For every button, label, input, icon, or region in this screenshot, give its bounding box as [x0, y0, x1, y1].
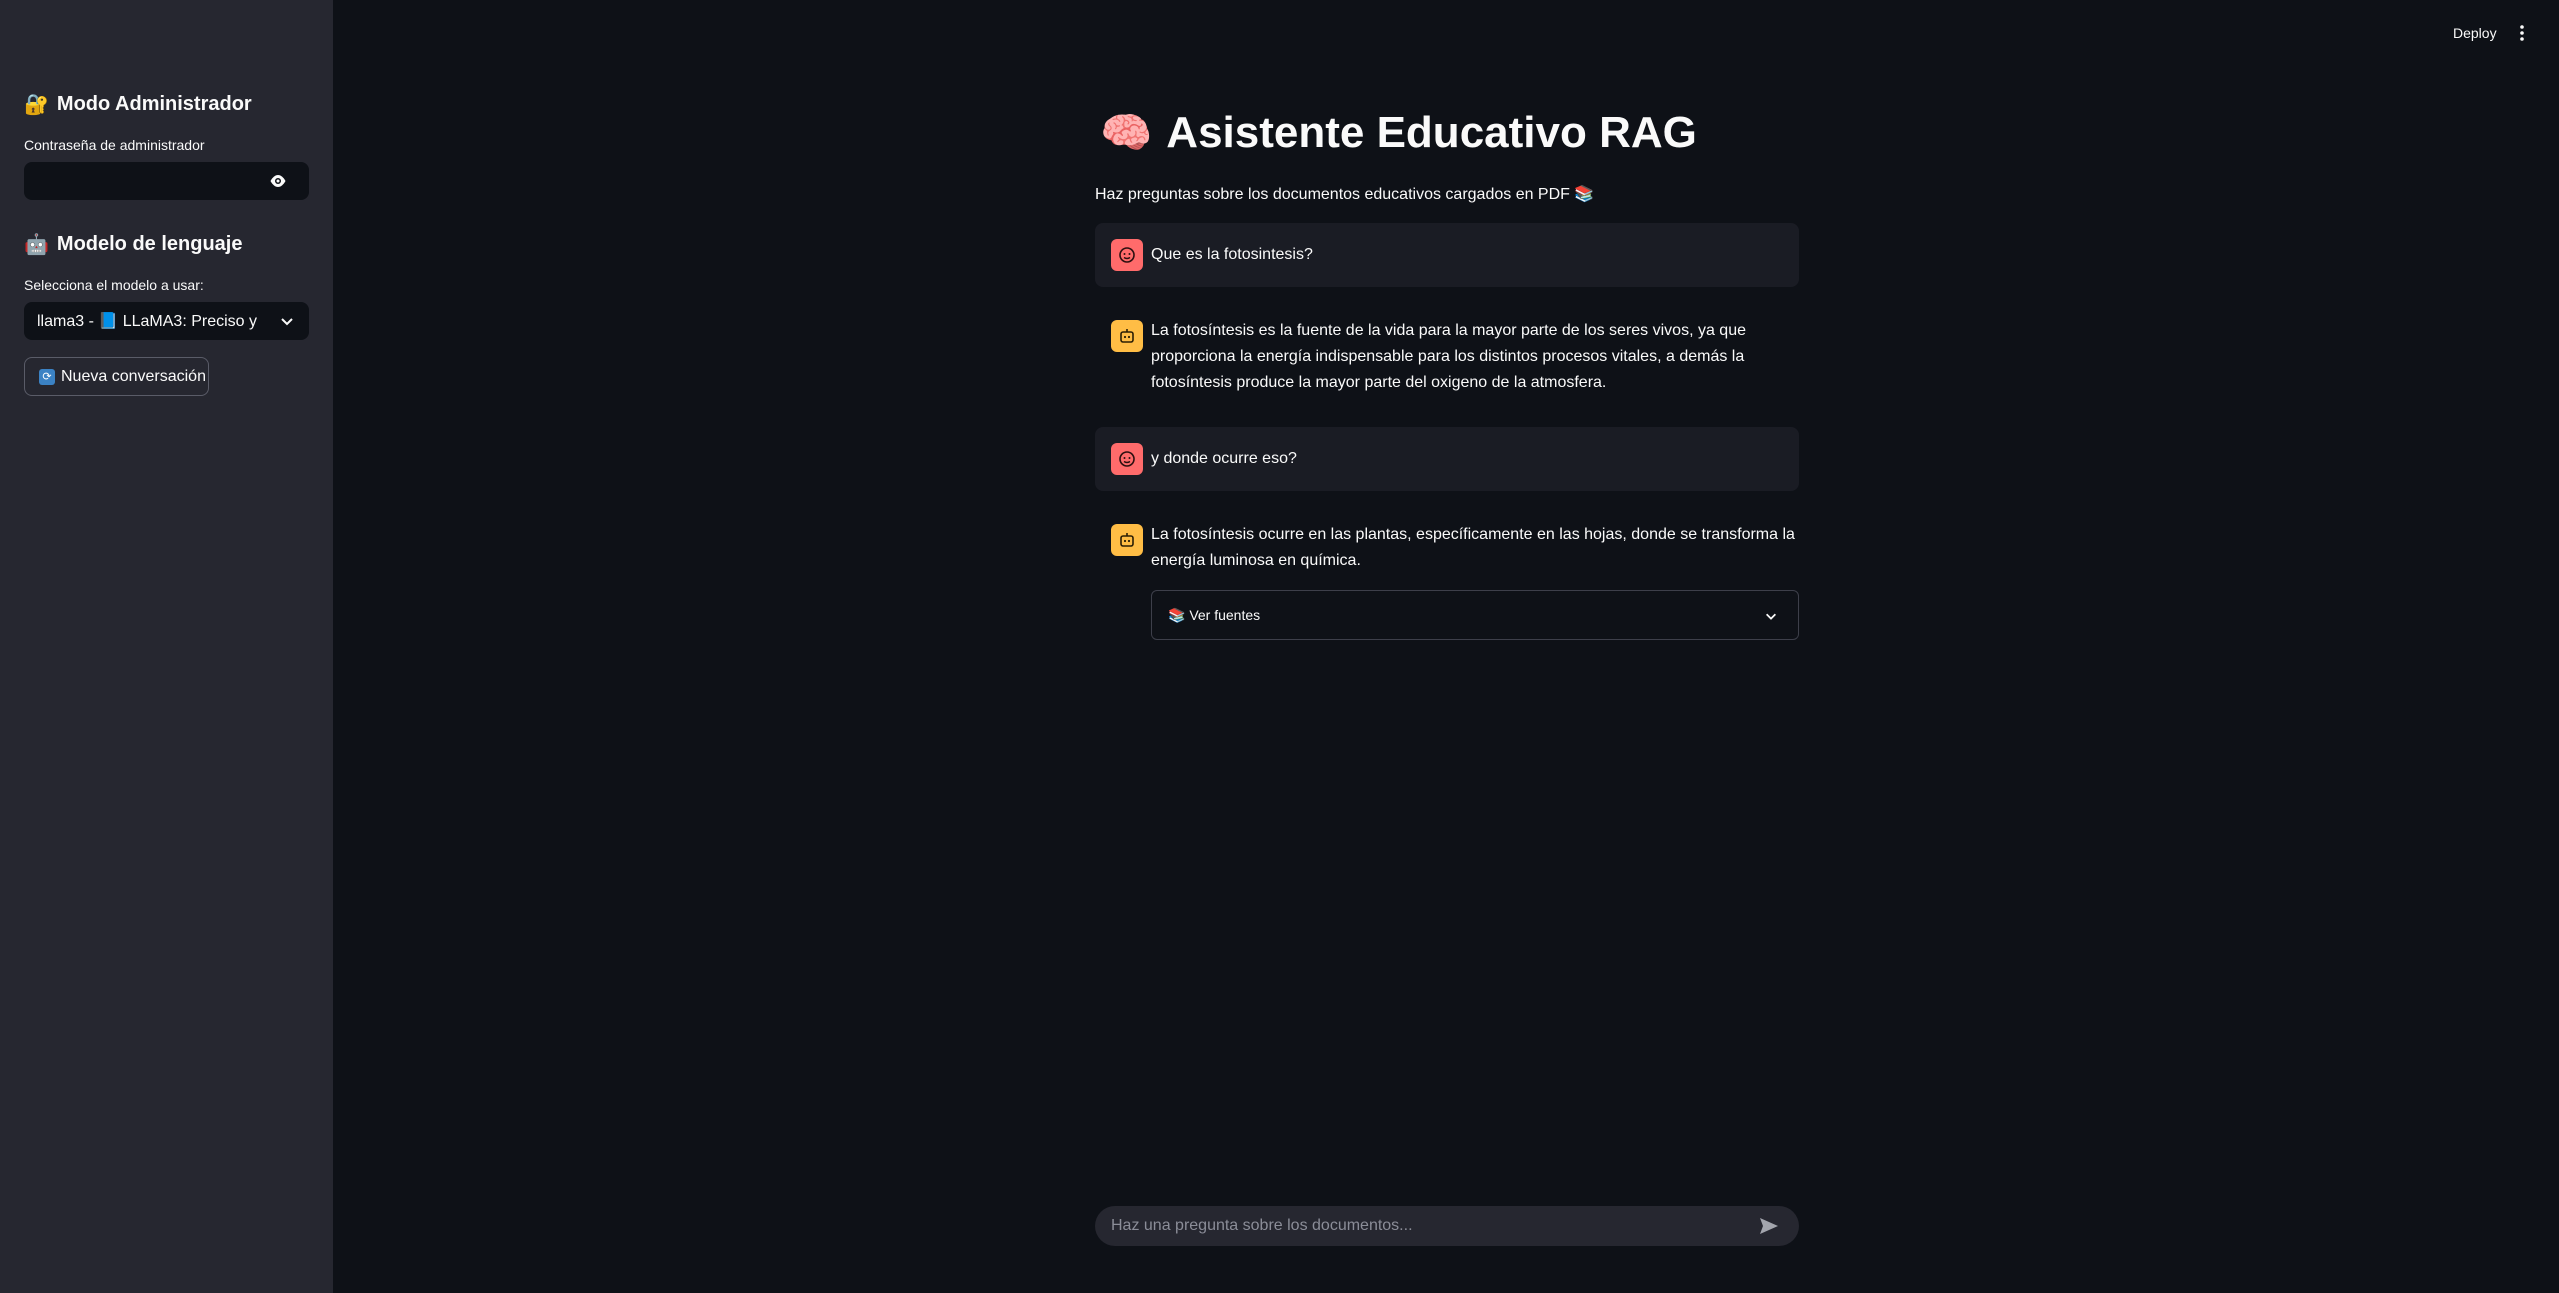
chevron-down-icon — [281, 318, 293, 326]
refresh-icon: ⟳ — [39, 368, 55, 385]
admin-heading-text: Modo Administrador — [56, 93, 252, 115]
page-title-text: Asistente Educativo RAG — [1166, 108, 1697, 157]
new-conversation-label: Nueva conversación — [61, 367, 206, 385]
assistant-avatar-icon — [1111, 524, 1143, 556]
model-heading: 🤖 Modelo de lenguaje — [24, 232, 242, 257]
chevron-down-icon — [1766, 613, 1776, 620]
message-text: La fotosíntesis ocurre en las plantas, e… — [1151, 526, 1795, 569]
deploy-button[interactable]: Deploy — [2453, 25, 2497, 41]
chat-message-user: Que es la fotosintesis? — [1095, 223, 1799, 287]
sidebar: 🔐 Modo Administrador Contraseña de admin… — [0, 0, 333, 1293]
password-field[interactable] — [24, 162, 309, 200]
password-label: Contraseña de administrador — [24, 137, 205, 153]
chat-message-assistant: La fotosíntesis es la fuente de la vida … — [1095, 304, 1799, 404]
page-subtitle: Haz preguntas sobre los documentos educa… — [1095, 186, 1595, 203]
assistant-avatar-icon — [1111, 320, 1143, 352]
eye-icon[interactable] — [269, 173, 287, 189]
model-selected-value: llama3 - 📘 LLaMA3: Preciso y r… — [37, 313, 262, 330]
model-heading-text: Modelo de lenguaje — [56, 233, 243, 255]
message-text: Que es la fotosintesis? — [1151, 246, 1313, 263]
page-title: 🧠 Asistente Educativo RAG — [1100, 108, 1697, 158]
sources-label: 📚 Ver fuentes — [1168, 606, 1261, 623]
admin-heading: 🔐 Modo Administrador — [24, 92, 252, 117]
chat-message-user: y donde ocurre eso? — [1095, 427, 1799, 491]
chat-input[interactable] — [1111, 1217, 1731, 1235]
robot-icon: 🤖 — [24, 234, 49, 256]
model-select[interactable]: llama3 - 📘 LLaMA3: Preciso y r… — [24, 302, 309, 340]
app-root: 🔐 Modo Administrador Contraseña de admin… — [0, 0, 2559, 1293]
user-avatar-icon — [1111, 443, 1143, 475]
send-icon[interactable] — [1759, 1217, 1779, 1235]
user-avatar-icon — [1111, 239, 1143, 271]
kebab-menu-icon[interactable] — [2519, 24, 2525, 42]
new-conversation-button[interactable]: ⟳ Nueva conversación — [24, 357, 209, 396]
model-label: Selecciona el modelo a usar: — [24, 277, 204, 293]
message-text: La fotosíntesis es la fuente de la vida … — [1151, 322, 1746, 391]
chat-message-assistant: La fotosíntesis ocurre en las plantas, e… — [1095, 508, 1799, 584]
chat-input-bar — [1095, 1206, 1799, 1246]
lock-icon: 🔐 — [24, 94, 49, 116]
brain-icon: 🧠 — [1100, 108, 1153, 156]
sources-expander[interactable]: 📚 Ver fuentes — [1151, 590, 1799, 640]
message-text: y donde ocurre eso? — [1151, 450, 1297, 467]
